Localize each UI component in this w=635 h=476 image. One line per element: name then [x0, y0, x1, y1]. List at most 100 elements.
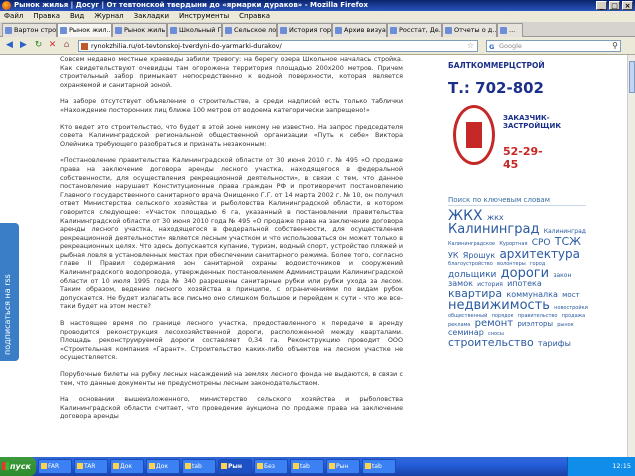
page-icon [445, 27, 452, 34]
taskbar: пуск FAR TAR Док Док tab Рын Без tab Рын tab 12:1… [0, 457, 635, 476]
menu-view[interactable]: Вид [70, 11, 84, 22]
tag-link[interactable]: риэлторы [517, 320, 553, 328]
url-bar[interactable]: rynokzhilia.ru/ot-tevtonskoj-tverdyni-do… [78, 40, 478, 52]
menu-edit[interactable]: Правка [33, 11, 60, 22]
tag-link[interactable]: строительство [448, 336, 534, 349]
menu-history[interactable]: Журнал [94, 11, 123, 22]
reload-icon[interactable]: ↻ [32, 39, 45, 52]
tag-link[interactable]: тарифы [538, 339, 571, 348]
search-icon[interactable]: ⚲ [612, 41, 618, 51]
article-body: Совсем недавно местные краеведы забили т… [60, 55, 403, 429]
article-paragraph: В настоящее время по границе лесного уча… [60, 319, 403, 362]
tag-link[interactable]: недвижимость [448, 298, 550, 313]
taskbar-task[interactable]: Рын [326, 459, 360, 474]
firefox-icon [2, 1, 11, 10]
tag-link[interactable]: жкх [487, 213, 504, 222]
tag-link[interactable]: правительство [518, 313, 558, 319]
tag-link[interactable]: ипотека [507, 279, 542, 288]
banner-logo-icon [453, 105, 495, 165]
rss-subscribe-tab[interactable]: подписаться на rss [0, 223, 19, 361]
tag-link[interactable]: продажа [562, 313, 586, 319]
tags-heading: Поиск по ключевым словам [448, 196, 550, 204]
article-paragraph: На заборе отсутствует объявление о строи… [60, 97, 403, 114]
taskbar-task[interactable]: tab [290, 459, 324, 474]
menu-bar: Файл Правка Вид Журнал Закладки Инструме… [0, 11, 635, 22]
taskbar-task[interactable]: Док [110, 459, 144, 474]
browser-tab[interactable]: Сельское ло... [222, 23, 277, 37]
taskbar-task[interactable]: tab [362, 459, 396, 474]
app-icon [77, 463, 83, 469]
browser-tab[interactable]: Росстат, Де... [387, 23, 442, 37]
close-button[interactable]: × [622, 1, 633, 10]
window-titlebar: Рынок жилья | Досуг | От тевтонской твер… [0, 0, 635, 11]
task-label: tab [372, 463, 382, 470]
browser-tab[interactable]: Школьный П... [167, 23, 222, 37]
home-icon[interactable]: ⌂ [60, 39, 73, 52]
minimize-button[interactable]: _ [596, 1, 607, 10]
menu-file[interactable]: Файл [4, 11, 23, 22]
vertical-scrollbar[interactable] [627, 55, 635, 457]
task-label: tab [192, 463, 202, 470]
back-icon[interactable]: ◀ [3, 39, 16, 52]
browser-tab[interactable]: Вартон стро... [2, 23, 57, 37]
maximize-button[interactable]: □ [609, 1, 620, 10]
search-input[interactable]: G Google ⚲ [486, 40, 621, 52]
google-icon: G [489, 43, 495, 51]
ad-banner-baltkommerts[interactable]: БАЛТКОММЕРЦСТРОЙ Т.: 702-802 [448, 55, 563, 101]
bookmark-star-icon[interactable]: ☆ [467, 41, 474, 51]
app-icon [185, 463, 191, 469]
menu-bookmarks[interactable]: Закладки [134, 11, 169, 22]
app-icon [257, 463, 263, 469]
browser-tab[interactable]: Отчеты о д... [442, 23, 497, 37]
page-icon [500, 27, 507, 34]
tag-link[interactable]: Калининград [448, 222, 539, 237]
tag-link[interactable]: архитектура [499, 247, 580, 261]
task-label: Док [156, 463, 168, 470]
tag-link[interactable]: Ярошук [463, 251, 495, 260]
taskbar-task[interactable]: Без [254, 459, 288, 474]
start-button[interactable]: пуск [0, 457, 36, 476]
divider [448, 205, 586, 206]
taskbar-task[interactable]: Док [146, 459, 180, 474]
browser-tab[interactable]: История гор... [277, 23, 332, 37]
tag-link[interactable]: благоустройство [448, 261, 493, 267]
tag-link[interactable]: УК [448, 251, 459, 260]
browser-tab[interactable]: Рынок жиль... [112, 23, 167, 37]
scrollbar-thumb[interactable] [629, 61, 635, 93]
page-icon [170, 27, 177, 34]
page-icon [225, 27, 232, 34]
page-icon [60, 27, 67, 34]
taskbar-task[interactable]: tab [182, 459, 216, 474]
browser-tab[interactable]: Архив визуа... [332, 23, 387, 37]
browser-tab-active[interactable]: Рынок жил... [57, 23, 112, 38]
tag-link[interactable]: Калининград [544, 228, 586, 235]
page-icon [335, 27, 342, 34]
taskbar-task[interactable]: Рын [218, 459, 252, 474]
menu-tools[interactable]: Инструменты [179, 11, 229, 22]
forward-icon[interactable]: ▶ [17, 39, 30, 52]
banner-title: ЗАКАЗЧИК-ЗАСТРОЙЩИК [503, 114, 562, 130]
app-icon [113, 463, 119, 469]
stop-icon[interactable]: ✕ [46, 39, 59, 52]
task-label: Без [264, 463, 275, 470]
app-icon [293, 463, 299, 469]
tag-link[interactable]: новостройки [554, 305, 588, 311]
taskbar-task[interactable]: TAR [74, 459, 108, 474]
banner-company: БАЛТКОММЕРЦСТРОЙ [448, 61, 545, 70]
tag-link[interactable]: рынок [557, 322, 573, 328]
task-label: Рын [228, 463, 242, 470]
ad-banner-zakazchik[interactable]: ЗАКАЗЧИК-ЗАСТРОЙЩИК 52-29-45 [448, 105, 562, 171]
page-icon [115, 27, 122, 34]
page-icon [280, 27, 287, 34]
tag-link[interactable]: мост [562, 291, 580, 299]
browser-tab[interactable]: ... [497, 23, 523, 37]
search-placeholder: Google [499, 42, 522, 50]
menu-help[interactable]: Справка [239, 11, 270, 22]
app-icon [41, 463, 47, 469]
tag-link[interactable]: закон [553, 272, 571, 279]
banner-phone: Т.: 702-802 [448, 79, 544, 97]
tag-link[interactable]: Калининградское [448, 241, 495, 247]
article-paragraph: Совсем недавно местные краеведы забили т… [60, 55, 403, 89]
taskbar-task[interactable]: FAR [38, 459, 72, 474]
task-label: FAR [48, 463, 60, 470]
